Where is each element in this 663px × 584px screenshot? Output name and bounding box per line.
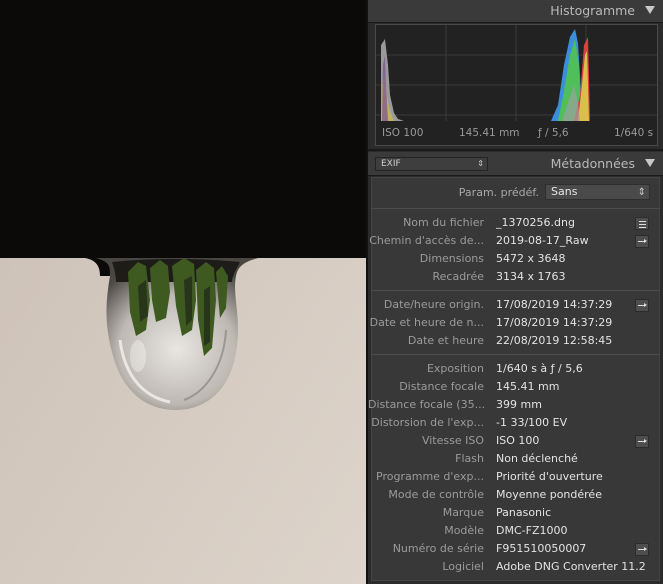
metadata-row-date-original: Date/heure origin. 17/08/2019 14:37:29 <box>368 298 663 314</box>
metadata-label: Distance focale (35... <box>368 398 484 411</box>
metadata-value: 3134 x 1763 <box>496 270 566 283</box>
go-to-arrow-icon[interactable] <box>635 299 649 312</box>
metadata-row-software: Logiciel Adobe DNG Converter 11.2 ... <box>368 560 663 576</box>
droplet-photo <box>0 0 366 584</box>
metadata-label: Date et heure de n... <box>369 316 484 329</box>
metadata-value: Moyenne pondérée <box>496 488 602 501</box>
preset-value: Sans <box>551 185 578 198</box>
metadata-value: 22/08/2019 12:58:45 <box>496 334 613 347</box>
metadata-value: DMC-FZ1000 <box>496 524 568 537</box>
go-to-arrow-icon[interactable] <box>635 435 649 448</box>
metadata-row-flash: Flash Non déclenché <box>368 452 663 468</box>
metadata-group-separator <box>371 290 660 291</box>
metadata-value: 5472 x 3648 <box>496 252 566 265</box>
metadata-label: Logiciel <box>442 560 484 573</box>
metadata-panel-header[interactable]: EXIF ⇕ Métadonnées <box>368 152 663 176</box>
metadata-label: Chemin d'accès de... <box>369 234 484 247</box>
preset-select[interactable]: Sans ⇕ <box>545 184 650 200</box>
metadata-row-serial-number: Numéro de série F951510050007 <box>368 542 663 558</box>
metadata-label: Recadrée <box>432 270 484 283</box>
metadata-value: F951510050007 <box>496 542 587 555</box>
metadata-row-metering-mode: Mode de contrôle Moyenne pondérée <box>368 488 663 504</box>
metadata-label: Distorsion de l'exp... <box>371 416 484 429</box>
right-panel: Histogramme ISO 100 145.41 mm ƒ / 5,6 1/… <box>368 0 663 584</box>
metadata-value[interactable]: _1370256.dng <box>496 216 575 229</box>
metadata-label: Date/heure origin. <box>383 298 484 311</box>
metadata-title: Métadonnées <box>550 156 635 171</box>
metadata-row-make: Marque Panasonic <box>368 506 663 522</box>
metadata-value: Priorité d'ouverture <box>496 470 603 483</box>
histogram-iso: ISO 100 <box>382 127 424 139</box>
metadata-value: 17/08/2019 14:37:29 <box>496 298 613 311</box>
metadata-row-dimensions: Dimensions 5472 x 3648 <box>368 252 663 268</box>
metadata-group-separator <box>371 208 660 209</box>
metadata-row-cropped: Recadrée 3134 x 1763 <box>368 270 663 286</box>
go-to-arrow-icon[interactable] <box>635 235 649 248</box>
go-to-arrow-icon[interactable] <box>635 543 649 556</box>
metadata-value: 17/08/2019 14:37:29 <box>496 316 613 329</box>
metadata-value: Non déclenché <box>496 452 578 465</box>
metadata-row-folder: Chemin d'accès de... 2019-08-17_Raw <box>368 234 663 250</box>
metadata-row-focal-length: Distance focale 145.41 mm <box>368 380 663 396</box>
metadata-label: Programme d'exp... <box>376 470 484 483</box>
metadata-label: Nom du fichier <box>403 216 484 229</box>
metadata-label: Distance focale <box>399 380 484 393</box>
metadata-label: Flash <box>455 452 484 465</box>
metadata-value: 2019-08-17_Raw <box>496 234 589 247</box>
histogram-focal-length: 145.41 mm <box>459 127 520 139</box>
metadata-label: Dimensions <box>419 252 484 265</box>
metadata-view-value: EXIF <box>381 159 401 169</box>
metadata-value: 399 mm <box>496 398 542 411</box>
metadata-row-iso: Vitesse ISO ISO 100 <box>368 434 663 450</box>
metadata-group-separator <box>371 354 660 355</box>
metadata-row-exposure-program: Programme d'exp... Priorité d'ouverture <box>368 470 663 486</box>
histogram-graph[interactable]: ISO 100 145.41 mm ƒ / 5,6 1/640 s <box>375 24 658 146</box>
metadata-label: Date et heure <box>407 334 484 347</box>
preset-label: Param. prédéf. <box>458 186 539 199</box>
metadata-label: Exposition <box>426 362 484 375</box>
metadata-label: Modèle <box>444 524 484 537</box>
metadata-row-model: Modèle DMC-FZ1000 <box>368 524 663 540</box>
histogram-shutter-speed: 1/640 s <box>614 127 654 139</box>
collapse-triangle-icon[interactable] <box>645 159 655 167</box>
metadata-row-exposure: Exposition 1/640 s à ƒ / 5,6 <box>368 362 663 378</box>
metadata-row-focal-35mm: Distance focale (35... 399 mm <box>368 398 663 414</box>
metadata-row-date-time: Date et heure 22/08/2019 12:58:45 <box>368 334 663 350</box>
metadata-label: Marque <box>442 506 484 519</box>
select-arrows-icon: ⇕ <box>637 187 646 198</box>
metadata-label: Vitesse ISO <box>421 434 484 447</box>
metadata-row-exposure-bias: Distorsion de l'exp... -1 33/100 EV <box>368 416 663 432</box>
photo-preview[interactable] <box>0 0 366 584</box>
metadata-view-select[interactable]: EXIF ⇕ <box>375 157 488 171</box>
metadata-value: Adobe DNG Converter 11.2 ... <box>496 560 650 573</box>
metadata-label: Mode de contrôle <box>388 488 484 501</box>
metadata-value: Panasonic <box>496 506 552 519</box>
metadata-value: 1/640 s à ƒ / 5,6 <box>496 362 583 375</box>
panel-separator <box>368 149 663 151</box>
metadata-row-filename: Nom du fichier _1370256.dng <box>368 216 663 232</box>
histogram-panel-header[interactable]: Histogramme <box>368 0 663 23</box>
metadata-label: Numéro de série <box>392 542 484 555</box>
metadata-value: -1 33/100 EV <box>496 416 568 429</box>
collapse-triangle-icon[interactable] <box>645 6 655 14</box>
metadata-value: 145.41 mm <box>496 380 560 393</box>
histogram-aperture: ƒ / 5,6 <box>538 127 569 139</box>
histogram-title: Histogramme <box>550 3 635 18</box>
list-icon[interactable] <box>635 217 649 230</box>
metadata-value: ISO 100 <box>496 434 540 447</box>
metadata-row-date-digitized: Date et heure de n... 17/08/2019 14:37:2… <box>368 316 663 332</box>
select-arrows-icon: ⇕ <box>477 159 484 168</box>
